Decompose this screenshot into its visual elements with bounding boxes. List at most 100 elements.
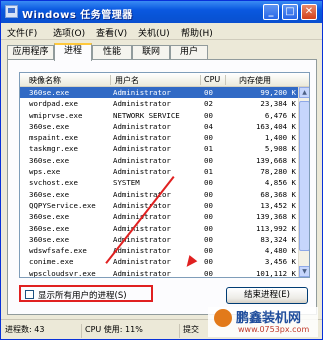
process-user: Administrator <box>113 257 171 267</box>
process-mem: 23,384 K <box>260 99 296 109</box>
process-name: 360se.exe <box>29 88 70 97</box>
column-divider[interactable] <box>110 75 111 85</box>
process-user: SYSTEM <box>113 178 140 188</box>
tab-users[interactable]: 用户 <box>170 45 208 60</box>
process-cpu: 00 <box>204 246 213 256</box>
process-row[interactable]: 360se.exeAdministrator00139,368 K <box>20 211 298 222</box>
process-row[interactable]: 360se.exe Administrator 00 83,324 K <box>20 234 298 245</box>
column-image-name[interactable]: 映像名称 <box>29 75 61 86</box>
column-header: 映像名称 用户名 CPU 内存使用 <box>20 73 309 87</box>
maximize-button[interactable]: □ <box>282 4 298 20</box>
column-user-name[interactable]: 用户名 <box>115 75 139 86</box>
process-row[interactable]: svchost.exe SYSTEM 00 4,856 K <box>20 177 298 188</box>
column-memory[interactable]: 内存使用 <box>239 75 271 86</box>
process-name: wpscloudsvr.exe <box>29 268 96 278</box>
process-cpu: 04 <box>204 121 213 131</box>
process-user: Administrator <box>113 99 171 109</box>
process-name: wps.exe <box>29 167 61 177</box>
column-divider[interactable] <box>225 75 226 85</box>
process-name: 360se.exe <box>29 155 70 165</box>
process-mem: 83,324 K <box>260 234 296 244</box>
process-mem: 4,480 K <box>264 246 296 256</box>
process-user: Administrator <box>113 121 171 131</box>
process-row[interactable]: wmiprvse.exe NETWORK SERVICE 00 6,476 K <box>20 110 298 121</box>
menu-options[interactable]: 选项(O) <box>53 26 85 39</box>
scroll-thumb[interactable] <box>299 101 309 251</box>
status-process-count: 进程数: 43 <box>5 325 45 334</box>
minimize-button[interactable]: _ <box>263 4 279 20</box>
process-user: Administrator <box>113 200 171 210</box>
menu-file[interactable]: 文件(F) <box>7 26 37 39</box>
process-cpu: 00 <box>204 234 213 244</box>
process-row[interactable]: conime.exe Administrator 00 3,456 K <box>20 256 298 267</box>
process-cpu: 00 <box>204 257 213 267</box>
process-cpu: 00 <box>204 268 213 278</box>
process-user: NETWORK SERVICE <box>113 110 180 120</box>
tab-strip: 应用程序 进程 性能 联网 用户 <box>7 43 317 61</box>
watermark-logo-icon <box>214 309 232 327</box>
process-mem: 3,456 K <box>264 257 296 267</box>
process-cpu: 00 <box>204 200 213 210</box>
process-name: 360se.exe <box>29 234 70 244</box>
process-cpu: 01 <box>204 144 213 154</box>
process-row[interactable]: wps.exe Administrator 01 78,280 K <box>20 166 298 177</box>
title-bar[interactable]: Windows 任务管理器 _ □ ✕ <box>1 1 322 23</box>
close-button[interactable]: ✕ <box>301 4 317 20</box>
process-row[interactable]: 360se.exe Administrator 04 163,404 K <box>20 121 298 132</box>
watermark-url: www.0753px.com <box>238 325 310 334</box>
tab-networking[interactable]: 联网 <box>132 45 170 60</box>
process-mem: 139,668 K <box>255 155 296 165</box>
process-name: 360se.exe <box>29 121 70 131</box>
process-name: mspaint.exe <box>29 133 78 143</box>
process-row[interactable]: wpscloudsvr.exe Administrator 00 101,112 K <box>20 268 298 278</box>
menu-help[interactable]: 帮助(H) <box>181 26 213 39</box>
process-cpu: 00 <box>204 223 213 233</box>
menu-view[interactable]: 查看(V) <box>96 26 127 39</box>
process-cpu: 00 <box>204 189 213 199</box>
process-mem: 13,452 K <box>260 200 296 210</box>
show-all-users-checkbox[interactable] <box>25 290 34 299</box>
window-title: Windows 任务管理器 <box>22 10 133 21</box>
column-divider[interactable] <box>200 75 201 85</box>
process-row[interactable]: QQPYService.exe Administrator 00 13,452 K <box>20 200 298 211</box>
process-row[interactable]: mspaint.exe Administrator 00 1,400 K <box>20 132 298 143</box>
end-process-button[interactable]: 结束进程(E) <box>226 287 308 304</box>
process-mem: 68,368 K <box>260 189 296 199</box>
status-cpu-usage: CPU 使用: 11% <box>81 324 177 338</box>
process-name: conime.exe <box>29 257 74 267</box>
process-user: Administrator <box>113 144 171 154</box>
process-list[interactable]: 映像名称 用户名 CPU 内存使用 360se.exe Administrator… <box>19 72 310 278</box>
scroll-up-icon[interactable]: ▲ <box>299 87 309 98</box>
menu-bar: 文件(F) 选项(O) 查看(V) 关机(U) 帮助(H) <box>1 23 322 40</box>
show-all-users-option[interactable]: 显示所有用户的进程(S) <box>19 285 153 302</box>
process-cpu: 01 <box>204 167 213 177</box>
process-cpu: 00 <box>204 212 213 222</box>
process-mem: 5,908 K <box>264 144 296 154</box>
process-mem: 1,400 K <box>264 133 296 143</box>
process-row[interactable]: wordpad.exe Administrator 02 23,384 K <box>20 98 298 109</box>
process-mem: 78,280 K <box>260 167 296 177</box>
process-row[interactable]: wdswfsafe.exe Administrator 00 4,480 K <box>20 245 298 256</box>
tab-processes[interactable]: 进程 <box>54 43 92 61</box>
process-row[interactable]: 360se.exe Administrator 00 139,668 K <box>20 155 298 166</box>
process-name: taskmgr.exe <box>29 144 78 154</box>
process-name: QQPYService.exe <box>29 200 96 210</box>
process-name: wordpad.exe <box>29 99 78 109</box>
menu-shutdown[interactable]: 关机(U) <box>138 26 170 39</box>
process-user: Administrator <box>113 246 171 256</box>
process-cpu: 00 <box>204 110 213 120</box>
process-row[interactable]: 360se.exe Administrator 00 113,992 K <box>20 223 298 234</box>
process-row[interactable]: taskmgr.exe Administrator 01 5,908 K <box>20 143 298 154</box>
column-cpu[interactable]: CPU <box>204 75 220 84</box>
tab-performance[interactable]: 性能 <box>92 45 132 60</box>
vertical-scrollbar[interactable]: ▲ ▼ <box>298 87 309 277</box>
process-row[interactable]: 360se.exe Administrator 00 99,200 K <box>20 87 298 99</box>
scroll-down-icon[interactable]: ▼ <box>299 266 309 277</box>
tab-applications[interactable]: 应用程序 <box>7 45 54 60</box>
process-name: wdswfsafe.exe <box>29 246 87 256</box>
process-name: 360se.exe <box>29 223 70 233</box>
process-user: Administrator <box>113 155 171 165</box>
process-mem: 101,112 K <box>255 268 296 278</box>
process-name: 360se.exe <box>29 212 70 222</box>
show-all-users-label: 显示所有用户的进程(S) <box>38 291 127 301</box>
